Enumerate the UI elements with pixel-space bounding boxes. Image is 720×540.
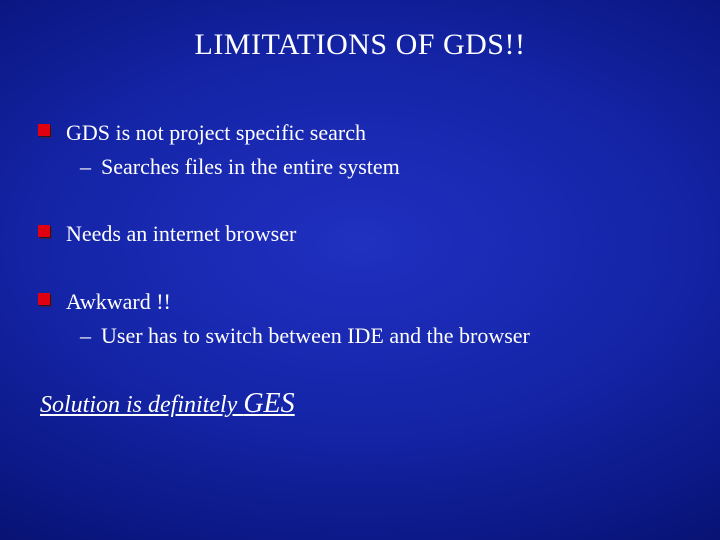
sub-bullet-text: User has to switch between IDE and the b… — [101, 321, 530, 351]
solution-emph: GES — [243, 388, 294, 419]
dash-icon: – — [80, 321, 91, 351]
slide-content: GDS is not project specific search – Sea… — [40, 118, 680, 420]
bullet-text: GDS is not project specific search — [66, 118, 366, 148]
slide-title: LIMITATIONS OF GDS!! — [0, 28, 720, 62]
solution-line: Solution is definitely GES — [40, 388, 680, 420]
sub-bullet-item: – User has to switch between IDE and the… — [80, 321, 680, 351]
bullet-text: Needs an internet browser — [66, 219, 296, 249]
bullet-group: Needs an internet browser — [40, 219, 680, 249]
dash-icon: – — [80, 152, 91, 182]
bullet-item: Awkward !! — [40, 287, 680, 317]
bullet-item: GDS is not project specific search — [40, 118, 680, 148]
square-bullet-icon — [40, 227, 52, 239]
bullet-group: Awkward !! – User has to switch between … — [40, 287, 680, 350]
bullet-text: Awkward !! — [66, 287, 171, 317]
square-bullet-icon — [40, 126, 52, 138]
sub-bullet-text: Searches files in the entire system — [101, 152, 400, 182]
sub-bullet-item: – Searches files in the entire system — [80, 152, 680, 182]
bullet-item: Needs an internet browser — [40, 219, 680, 249]
solution-prefix: Solution is definitely — [40, 392, 243, 418]
bullet-group: GDS is not project specific search – Sea… — [40, 118, 680, 181]
square-bullet-icon — [40, 295, 52, 307]
